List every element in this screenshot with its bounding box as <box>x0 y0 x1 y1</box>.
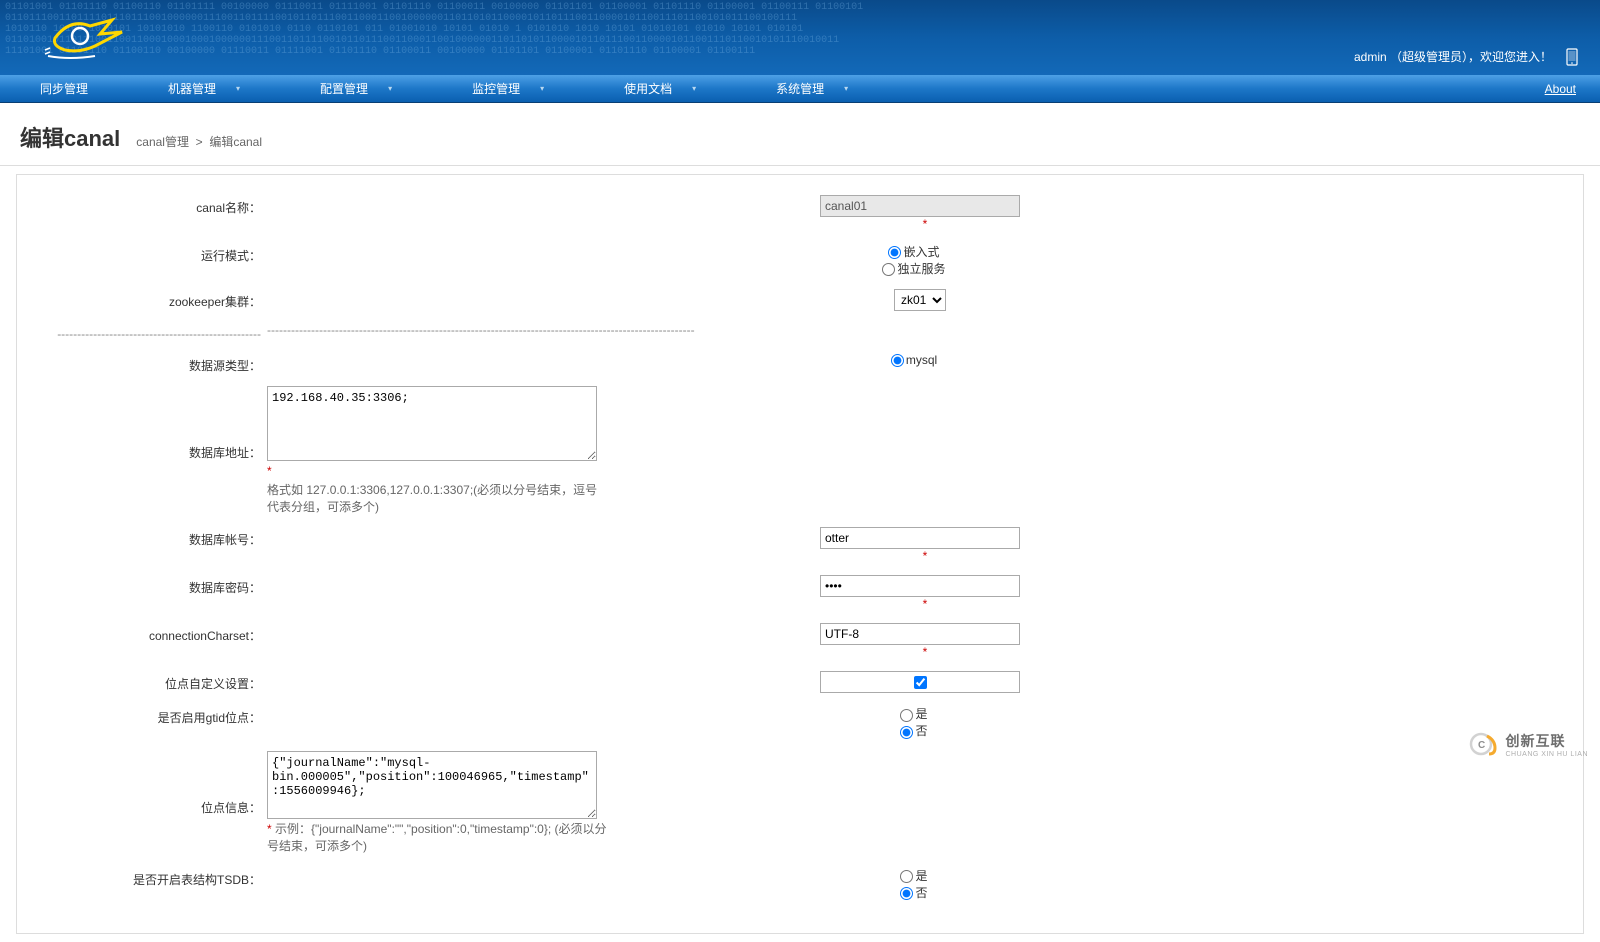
required-star: * <box>267 464 272 478</box>
breadcrumb-parent[interactable]: canal管理 <box>136 135 189 149</box>
label-ds-type: 数据源类型： <box>27 353 267 374</box>
breadcrumb: canal管理 > 编辑canal <box>136 133 262 150</box>
page-header: 编辑canal canal管理 > 编辑canal <box>0 103 1600 166</box>
label-db-pass: 数据库密码： <box>27 575 267 596</box>
pos-info-help: 示例：{"journalName":"","position":0,"times… <box>267 822 607 853</box>
required-star: * <box>923 645 928 659</box>
required-star: * <box>923 597 928 611</box>
watermark-icon: C <box>1469 728 1501 760</box>
label-db-user: 数据库帐号： <box>27 527 267 548</box>
zk-cluster-select[interactable]: zk01 <box>894 289 946 311</box>
chevron-down-icon: ▾ <box>236 75 240 103</box>
nav-label: 系统管理 <box>776 75 824 103</box>
pos-custom-wrap <box>820 671 1020 693</box>
about-link[interactable]: About <box>1521 75 1600 102</box>
radio-gtid-no[interactable]: 否 <box>900 722 927 739</box>
radio-embedded[interactable]: 嵌入式 <box>888 243 939 260</box>
label-pos-custom: 位点自定义设置： <box>27 671 267 692</box>
breadcrumb-sep: > <box>196 135 203 149</box>
nav-sync-mgmt[interactable]: 同步管理 <box>0 75 128 102</box>
conn-charset-input[interactable] <box>820 623 1020 645</box>
nav-label: 配置管理 <box>320 75 368 103</box>
label-canal-name: canal名称： <box>27 195 267 216</box>
nav-docs[interactable]: 使用文档 ▾ <box>584 75 736 102</box>
radio-tsdb-yes[interactable]: 是 <box>900 867 927 884</box>
nav-monitor-mgmt[interactable]: 监控管理 ▾ <box>432 75 584 102</box>
nav-system-mgmt[interactable]: 系统管理 ▾ <box>736 75 888 102</box>
watermark-logo: C 创新互联 CHUANG XIN HU LIAN <box>1469 728 1588 760</box>
chevron-down-icon: ▾ <box>388 75 392 103</box>
separator-left: ----------------------------------------… <box>27 323 267 341</box>
svg-text:C: C <box>1478 740 1485 751</box>
pos-info-textarea[interactable] <box>267 751 597 819</box>
required-star: * <box>923 217 928 231</box>
watermark-text-bottom: CHUANG XIN HU LIAN <box>1505 751 1588 758</box>
label-gtid: 是否启用gtid位点： <box>27 705 267 726</box>
watermark-text-top: 创新互联 <box>1505 731 1588 751</box>
chevron-down-icon: ▾ <box>844 75 848 103</box>
label-conn-charset: connectionCharset： <box>27 623 267 644</box>
db-user-input[interactable] <box>820 527 1020 549</box>
nav-label: 同步管理 <box>40 75 88 103</box>
nav-machine-mgmt[interactable]: 机器管理 ▾ <box>128 75 280 102</box>
logo <box>40 8 140 71</box>
label-db-addr: 数据库地址： <box>27 386 267 461</box>
label-run-mode: 运行模式： <box>27 243 267 264</box>
user-info-label: admin （超级管理员），欢迎您进入！ <box>1354 48 1552 65</box>
breadcrumb-current: 编辑canal <box>209 135 262 149</box>
nav-label: 机器管理 <box>168 75 216 103</box>
phone-icon[interactable] <box>1566 48 1578 69</box>
page-title: 编辑canal <box>20 121 120 153</box>
nav-label: 使用文档 <box>624 75 672 103</box>
main-nav: 同步管理 机器管理 ▾ 配置管理 ▾ 监控管理 ▾ 使用文档 ▾ 系统管理 ▾ About <box>0 75 1600 103</box>
label-zk-cluster: zookeeper集群： <box>27 289 267 310</box>
form-container: canal名称： * 运行模式： 嵌入式 独立服务 zookeeper集群： z… <box>16 174 1584 934</box>
chevron-down-icon: ▾ <box>540 75 544 103</box>
chevron-down-icon: ▾ <box>692 75 696 103</box>
nav-label: 监控管理 <box>472 75 520 103</box>
radio-mysql[interactable]: mysql <box>891 353 937 367</box>
header-banner: 01101001 01101110 01100110 01101111 0010… <box>0 0 1600 75</box>
label-tsdb: 是否开启表结构TSDB： <box>27 867 267 888</box>
label-pos-info: 位点信息： <box>27 751 267 816</box>
radio-tsdb-no[interactable]: 否 <box>900 884 927 901</box>
db-addr-help: 格式如 127.0.0.1:3306,127.0.0.1:3307;(必须以分号… <box>267 482 607 516</box>
radio-standalone[interactable]: 独立服务 <box>882 260 945 277</box>
required-star: * <box>923 549 928 563</box>
nav-config-mgmt[interactable]: 配置管理 ▾ <box>280 75 432 102</box>
db-addr-textarea[interactable] <box>267 386 597 461</box>
pos-custom-checkbox[interactable] <box>914 676 927 689</box>
canal-name-input <box>820 195 1020 217</box>
separator-right: ----------------------------------------… <box>267 323 1573 337</box>
db-pass-input[interactable] <box>820 575 1020 597</box>
radio-gtid-yes[interactable]: 是 <box>900 705 927 722</box>
